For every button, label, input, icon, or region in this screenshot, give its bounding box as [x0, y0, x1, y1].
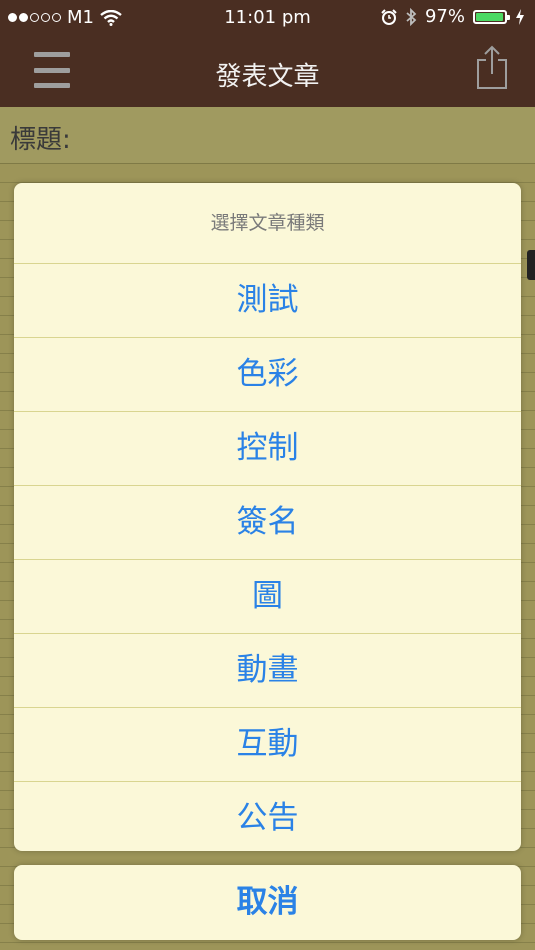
status-bar: M1 11:01 pm 97%: [0, 0, 535, 36]
status-right: 97%: [381, 6, 525, 27]
title-label: 標題:: [10, 125, 71, 155]
alarm-icon: [381, 8, 397, 25]
action-sheet-header: 選擇文章種類: [14, 183, 521, 264]
option-signature[interactable]: 簽名: [14, 486, 521, 560]
page-title: 發表文章: [215, 62, 320, 92]
side-tab: [527, 250, 535, 280]
option-color[interactable]: 色彩: [14, 338, 521, 412]
charging-icon: [516, 8, 524, 25]
category-action-sheet: 選擇文章種類 測試 色彩 控制 簽名 圖 動畫 互動 公告: [14, 183, 521, 851]
title-field-row[interactable]: 標題:: [0, 107, 535, 164]
cancel-button[interactable]: 取消: [14, 865, 521, 940]
navigation-bar: 發表文章: [0, 36, 535, 107]
battery-percent: 97%: [424, 6, 465, 27]
bluetooth-icon: [406, 7, 417, 26]
option-control[interactable]: 控制: [14, 412, 521, 486]
option-announcement[interactable]: 公告: [14, 782, 521, 851]
option-interactive[interactable]: 互動: [14, 708, 521, 782]
option-animation[interactable]: 動畫: [14, 634, 521, 708]
share-icon[interactable]: [475, 44, 509, 90]
battery-icon: [473, 9, 510, 24]
battery-level: [476, 12, 504, 21]
option-image[interactable]: 圖: [14, 560, 521, 634]
option-test[interactable]: 測試: [14, 264, 521, 338]
